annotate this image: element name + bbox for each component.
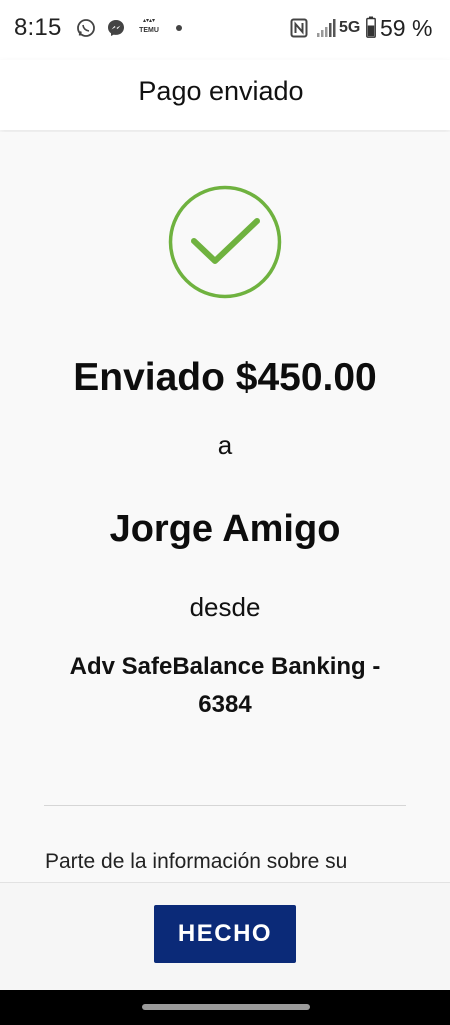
to-label: a — [217, 430, 233, 460]
payment-sent-screen: 8:15 ▴▾▴▾ TEMU 5G 59 % Pago enviado Envi… — [0, 0, 450, 1025]
divider — [44, 805, 406, 806]
from-label: desde — [189, 592, 261, 622]
check-circle-icon — [168, 185, 282, 299]
network-type: 5G — [339, 19, 361, 36]
notification-dot-icon — [176, 25, 182, 31]
battery-percentage: 59 % — [380, 15, 433, 41]
info-text: Parte de la información sobre su — [45, 850, 348, 873]
source-account: Adv SafeBalance Banking - 6384 — [69, 653, 381, 718]
sent-amount: Enviado $450.00 — [73, 356, 377, 399]
temu-icon: ▴▾▴▾ TEMU — [136, 17, 162, 39]
temu-label: TEMU — [139, 27, 159, 34]
battery-icon — [366, 16, 376, 38]
nfc-icon — [290, 18, 308, 38]
home-indicator[interactable] — [142, 1004, 310, 1010]
signal-icon — [317, 19, 336, 37]
messenger-icon — [108, 20, 124, 36]
footer-bar: HECHO — [0, 882, 450, 991]
app-header: Pago enviado — [0, 60, 450, 130]
status-bar: 8:15 ▴▾▴▾ TEMU 5G 59 % — [0, 0, 450, 60]
done-button[interactable]: HECHO — [154, 905, 296, 963]
status-time: 8:15 — [14, 14, 62, 41]
page-title: Pago enviado — [138, 76, 304, 106]
system-nav-bar — [0, 990, 450, 1025]
whatsapp-icon — [77, 19, 95, 37]
recipient-name: Jorge Amigo — [109, 508, 341, 550]
confirmation-content: Enviado $450.00 a Jorge Amigo desde Adv … — [0, 132, 450, 882]
